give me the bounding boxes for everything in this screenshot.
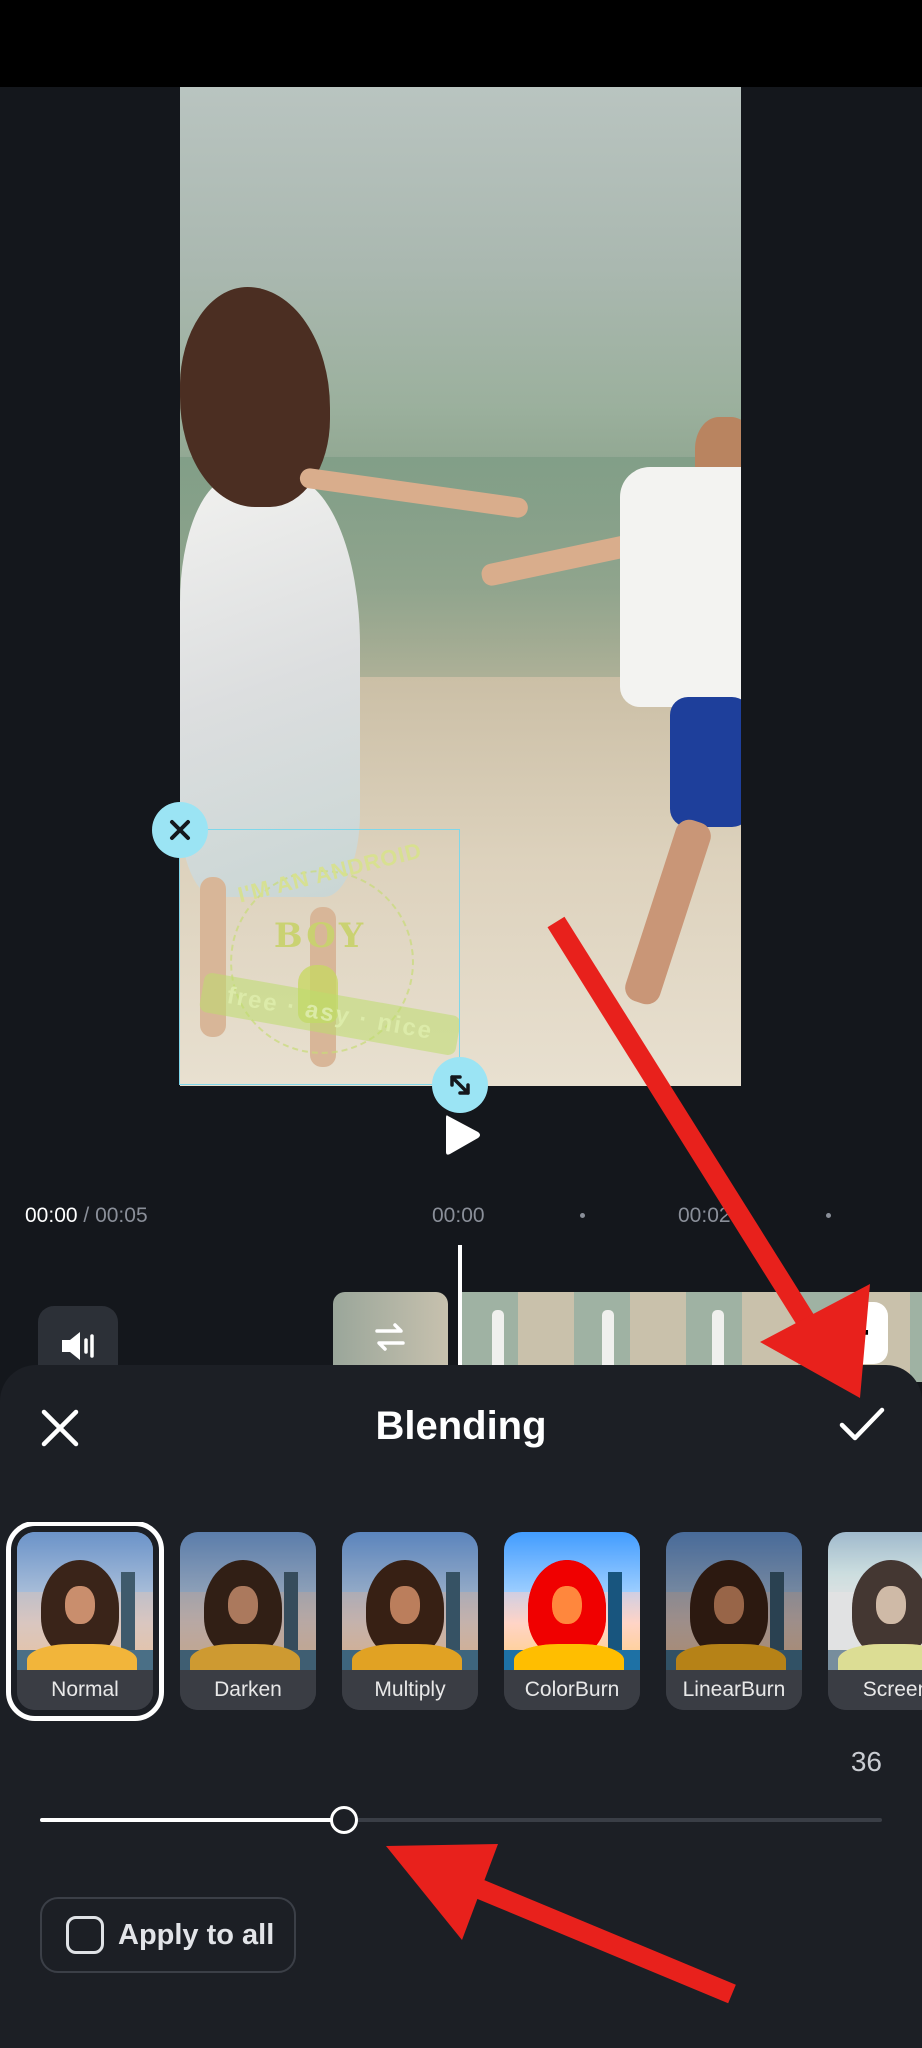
plus-icon: + [844,1308,870,1357]
opacity-slider[interactable] [40,1806,882,1834]
confirm-button[interactable] [832,1394,892,1454]
blend-mode-linearburn[interactable]: LinearBurn [666,1532,802,1710]
blend-mode-normal[interactable]: Normal [6,1522,164,1721]
blend-mode-label: ColorBurn [504,1670,640,1710]
blend-mode-thumbnail [342,1532,478,1684]
man-shirt [620,467,741,707]
time-tick-label: 00:00 [432,1204,485,1227]
close-icon [170,820,190,840]
play-icon [446,1115,480,1155]
blend-mode-list: Normal Darken Multiply ColorBurn LinearB… [0,1522,922,1722]
panel-title: Blending [375,1404,547,1448]
status-bar [0,0,922,87]
resize-overlay-handle[interactable] [432,1057,488,1113]
playhead[interactable] [458,1245,462,1375]
timecode: 00:00 / 00:05 [25,1204,148,1228]
current-time: 00:00 [25,1204,78,1227]
clip-frame [712,1310,724,1370]
time-tick-dot [580,1213,585,1218]
total-time: / 00:05 [77,1204,148,1227]
blend-mode-label: Multiply [342,1670,478,1710]
blend-mode-label: Normal [17,1670,153,1710]
swap-icon [375,1323,405,1351]
blend-mode-label: Darken [180,1670,316,1710]
play-button[interactable] [437,1110,487,1160]
blend-mode-multiply[interactable]: Multiply [342,1532,478,1710]
clip-frame [492,1310,504,1370]
apply-to-all-checkbox[interactable] [66,1916,104,1954]
blend-mode-thumbnail [17,1532,153,1684]
check-icon [839,1407,885,1441]
man-shorts [670,697,741,827]
opacity-value: 36 [850,1746,882,1777]
apply-to-all-toggle[interactable]: Apply to all [40,1897,296,1973]
clip-frame [602,1310,614,1370]
apply-to-all-label: Apply to all [118,1918,275,1951]
volume-icon [62,1332,94,1360]
blend-mode-thumbnail [180,1532,316,1684]
watermark-middle-text: BOY [273,916,367,956]
blend-mode-colorburn[interactable]: ColorBurn [504,1532,640,1710]
blend-mode-thumbnail [666,1532,802,1684]
blend-mode-darken[interactable]: Darken [180,1532,316,1710]
watermark-overlay[interactable]: I'M AN ANDROID BOY free · asy · nice [179,829,460,1085]
blend-mode-thumbnail [828,1532,922,1684]
opacity-slider-fill [40,1818,344,1822]
blend-mode-screen[interactable]: Screen [828,1532,922,1710]
time-tick-label: 00:02 [678,1204,731,1227]
blend-mode-label: Screen [828,1670,922,1710]
remove-overlay-button[interactable] [152,802,208,858]
blend-mode-label: LinearBurn [666,1670,802,1710]
blend-mode-thumbnail [504,1532,640,1684]
add-clip-button[interactable]: + [826,1302,888,1364]
resize-icon [450,1075,470,1095]
opacity-slider-thumb[interactable] [330,1806,359,1834]
time-tick-dot [826,1213,831,1218]
